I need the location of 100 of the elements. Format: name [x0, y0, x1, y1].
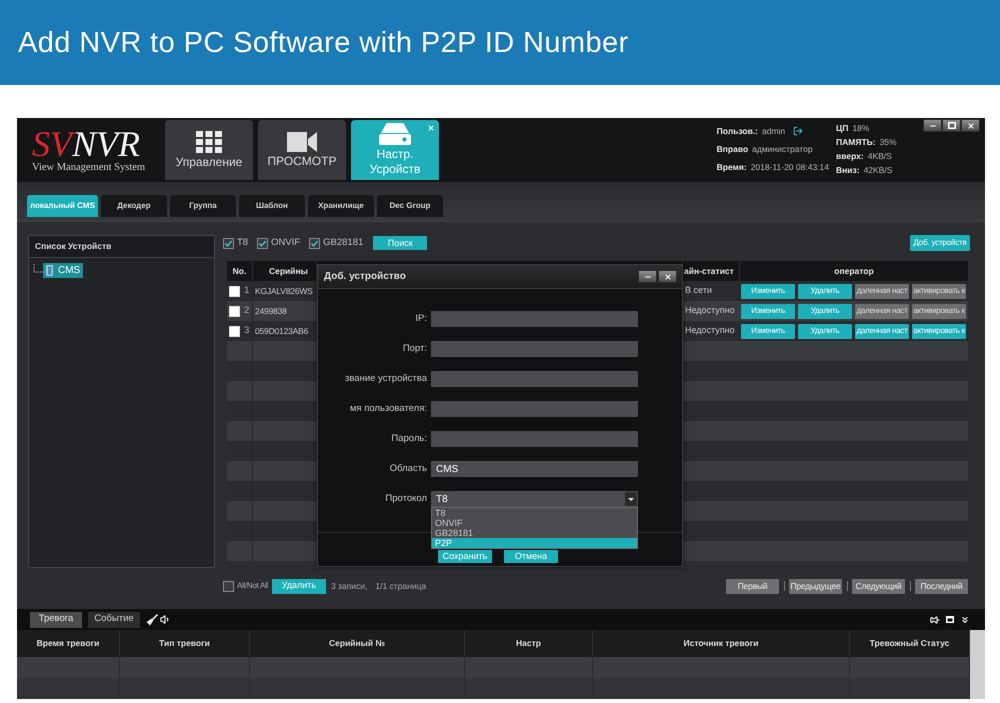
column-header: Серийный №: [329, 637, 385, 650]
field-label: Пароль:: [390, 432, 427, 446]
status-text: В сети: [685, 284, 712, 298]
serial-number: 059D0123AB6: [255, 324, 308, 338]
checkbox[interactable]: [309, 238, 320, 248]
section-tab[interactable]: локальный CMS: [27, 195, 98, 217]
column-header: Тревожный Статус: [870, 637, 950, 650]
dialog-button[interactable]: Отмена: [504, 550, 558, 563]
serial-number: KGJALV826WS: [255, 284, 313, 298]
column-header: оператор: [834, 264, 874, 278]
broom-icon[interactable]: [146, 614, 158, 626]
text-field[interactable]: [431, 341, 638, 357]
nav-tab[interactable]: Управление: [165, 120, 253, 180]
filter-label: T8: [237, 236, 248, 250]
maximize-icon: [948, 122, 956, 129]
pin-icon[interactable]: [930, 614, 940, 624]
select-all-label: All/Not All: [237, 580, 268, 592]
dropdown-option[interactable]: GB28181: [432, 528, 637, 538]
column-header: Тип тревоги: [159, 637, 210, 650]
panel-title: Список Устройств: [35, 240, 112, 253]
row-number: 1: [244, 284, 250, 298]
pagination-button[interactable]: Первый: [726, 578, 779, 594]
row-number: 3: [244, 324, 250, 338]
row-action-button[interactable]: даленная наст: [855, 324, 909, 338]
info-value: admin: [762, 125, 786, 138]
row-action-button[interactable]: Удалить: [798, 304, 852, 318]
row-action-button[interactable]: Удалить: [798, 324, 852, 338]
row-action-button[interactable]: Изменить: [741, 324, 795, 338]
minimize-button[interactable]: [638, 270, 657, 283]
checkbox[interactable]: [223, 580, 234, 592]
dropdown-option[interactable]: T8: [432, 508, 637, 518]
minimize-button[interactable]: [923, 119, 942, 132]
caret-down-icon: [625, 492, 637, 506]
column-header: Настр: [516, 637, 541, 650]
field-label: Порт:: [402, 342, 427, 356]
column-header: Серийны: [269, 264, 308, 278]
protocol-select[interactable]: T8: [431, 491, 638, 507]
video-camera-icon: [287, 132, 317, 152]
scrollbar-track[interactable]: [970, 630, 985, 699]
stat-value: 42KB/S: [864, 164, 892, 177]
text-field[interactable]: [431, 401, 638, 417]
alarm-tab[interactable]: Тревога: [30, 612, 82, 628]
stat-value: 35%: [880, 136, 897, 149]
pagination-button[interactable]: Следующий: [852, 578, 905, 594]
dialog-title: Доб. устройство: [324, 270, 406, 284]
row-action-button[interactable]: активировать к: [912, 324, 966, 338]
dropdown-option[interactable]: P2P: [432, 538, 637, 548]
close-icon[interactable]: [427, 124, 435, 132]
status-text: Недоступно: [685, 324, 735, 338]
info-label: Пользов.:: [716, 125, 758, 138]
pagination-button[interactable]: Предыдущее: [789, 578, 842, 594]
section-tab[interactable]: Декодер: [100, 195, 167, 217]
row-number: 2: [244, 304, 250, 318]
text-field[interactable]: [431, 431, 638, 447]
tree-connector-icon: [33, 264, 43, 274]
tree-item[interactable]: CMS: [43, 263, 84, 278]
text-field[interactable]: CMS: [431, 461, 638, 477]
pagination-button[interactable]: Последний: [915, 578, 968, 594]
double-chevron-down-icon[interactable]: [960, 614, 970, 624]
logo-wordmark: SVNVR: [32, 126, 140, 162]
section-tab[interactable]: Dec Group: [376, 195, 443, 217]
add-device-button[interactable]: Доб. устройств: [910, 235, 970, 251]
filter-label: GB28181: [323, 236, 364, 250]
device-icon: [46, 265, 53, 276]
dialog-button[interactable]: Сохранить: [438, 550, 492, 563]
section-tab[interactable]: Шаблон: [238, 195, 305, 217]
row-action-button[interactable]: Удалить: [798, 284, 852, 298]
column-header: Источник тревоги: [684, 637, 758, 650]
logout-icon[interactable]: [793, 126, 804, 136]
nav-tab[interactable]: Настр. Усройств: [351, 120, 439, 180]
speaker-icon[interactable]: [160, 614, 171, 625]
dropdown-option[interactable]: ONVIF: [432, 518, 637, 528]
field-label: IP:: [414, 312, 427, 326]
maximize-button[interactable]: [942, 119, 961, 132]
close-button[interactable]: [961, 119, 980, 132]
row-action-button[interactable]: Изменить: [741, 284, 795, 298]
search-button[interactable]: Поиск: [373, 236, 428, 250]
window-icon[interactable]: [946, 616, 954, 623]
checkbox[interactable]: [257, 238, 268, 248]
banner-title: Add NVR to PC Software with P2P ID Number: [18, 26, 629, 60]
section-tab[interactable]: Хранилище: [308, 195, 374, 217]
filter-label: ONVIF: [271, 236, 300, 250]
close-icon: [664, 272, 672, 280]
checkbox[interactable]: [223, 238, 234, 248]
row-action-button[interactable]: Изменить: [741, 304, 795, 318]
close-button[interactable]: [658, 270, 677, 283]
text-field[interactable]: [431, 311, 638, 327]
page-count: 1/1 страница: [375, 580, 426, 592]
stat-value: 4KB/S: [868, 150, 892, 163]
section-tab[interactable]: Группа: [170, 195, 236, 217]
field-label: мя пользователя:: [348, 402, 427, 416]
device-tray-icon: [378, 123, 412, 145]
nav-tab[interactable]: ПРОСМОТР: [258, 120, 346, 180]
field-label: звание устройства: [344, 372, 427, 386]
info-value: администратор: [752, 143, 813, 156]
text-field[interactable]: [431, 371, 638, 387]
alarm-tab[interactable]: Событие: [88, 612, 140, 628]
delete-button[interactable]: Удалить: [272, 578, 326, 594]
stat-label: ЦП: [836, 122, 848, 135]
info-value: 2018-11-20 08:43:14: [750, 161, 829, 174]
